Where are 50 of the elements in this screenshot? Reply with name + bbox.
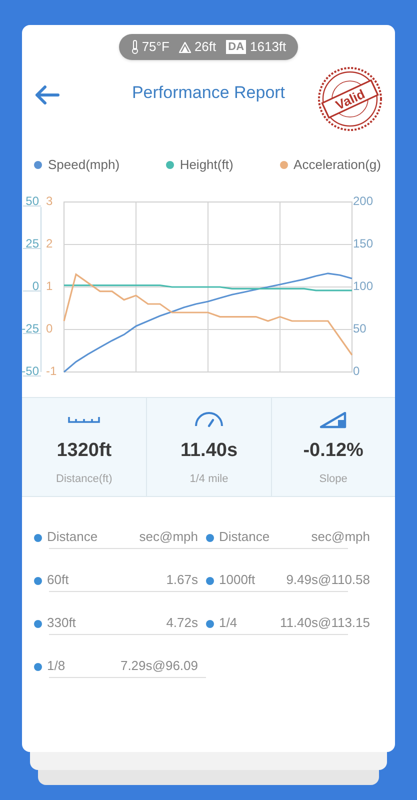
stat-value: 1320ft <box>56 438 112 462</box>
stat-label: Distance(ft) <box>56 472 112 487</box>
axis-label: -50 <box>22 364 39 378</box>
elevation-text: 26ft <box>194 38 216 56</box>
gauge-icon <box>192 412 225 428</box>
split-time: 7.29s@96.09 <box>120 656 198 674</box>
axis-label: 0 <box>353 364 360 378</box>
split-time: 4.72s <box>166 614 198 632</box>
thermometer-icon <box>130 40 139 54</box>
legend-label: Speed(mph) <box>48 156 120 174</box>
split-time: 11.40s@113.15 <box>280 614 370 632</box>
temperature-text: 75°F <box>142 38 170 56</box>
axis-label: 0 <box>32 278 39 292</box>
axis-label: 150 <box>353 236 374 250</box>
axis-label: 50 <box>353 321 366 335</box>
incline-icon <box>319 412 348 428</box>
axis-label: -1 <box>46 364 57 378</box>
stat-label: 1/4 mile <box>190 472 228 487</box>
axis-label: 100 <box>353 278 374 292</box>
ruler-icon <box>68 417 100 423</box>
legend-label: Acceleration(g) <box>294 156 381 174</box>
stamp-label: Valid <box>333 86 368 113</box>
column-header: sec@mph <box>139 528 198 546</box>
split-distance: 330ft <box>47 614 77 632</box>
axis-label: 0 <box>46 321 53 335</box>
split-distance: 1/8 <box>47 656 66 674</box>
split-time: 1.67s <box>166 570 198 588</box>
column-header: Distance <box>47 528 99 546</box>
axis-label: 1 <box>46 278 53 292</box>
stat-value: -0.12% <box>303 438 364 462</box>
stat-label: Slope <box>319 472 348 487</box>
column-header: Distance <box>219 528 271 546</box>
stamp-drawing <box>318 67 382 131</box>
da-badge: DA <box>226 40 246 54</box>
axis-label: 25 <box>26 236 39 250</box>
split-time: 9.49s@110.58 <box>286 570 370 588</box>
axis-label: 3 <box>46 194 53 208</box>
column-header: sec@mph <box>311 528 370 546</box>
axis-label: -25 <box>22 321 39 335</box>
split-distance: 60ft <box>47 570 70 588</box>
density-altitude-text: 1613ft <box>250 38 286 56</box>
split-distance: 1000ft <box>219 570 256 588</box>
stat-value: 11.40s <box>180 438 238 462</box>
axis-label: 50 <box>26 194 39 208</box>
axis-label: 200 <box>353 194 374 208</box>
mountain-icon <box>179 42 192 52</box>
split-distance: 1/4 <box>219 614 238 632</box>
page-title: Performance Report <box>132 82 286 104</box>
axis-label: 2 <box>46 236 53 250</box>
legend-label: Height(ft) <box>180 156 234 174</box>
